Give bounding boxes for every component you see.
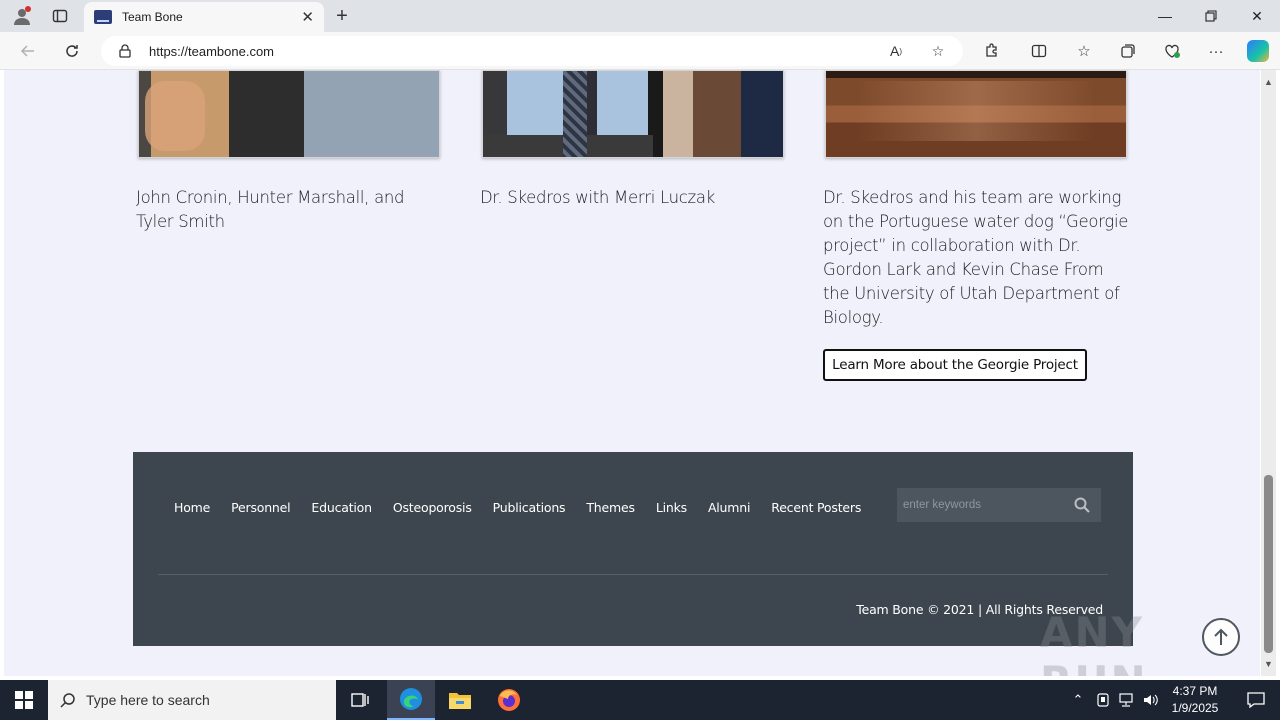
- team-photo-3: [825, 70, 1127, 158]
- taskbar-clock[interactable]: 4:37 PM 1/9/2025: [1166, 683, 1224, 717]
- page-scrollbar[interactable]: ▲ ▼: [1261, 70, 1276, 676]
- footer-link-alumni[interactable]: Alumni: [708, 500, 751, 515]
- windows-taskbar: Type here to search ⌃ 4:37 PM 1/9/2025: [0, 680, 1280, 720]
- site-favicon-icon: [94, 10, 112, 24]
- task-view-icon[interactable]: [336, 680, 384, 720]
- footer-link-recent-posters[interactable]: Recent Posters: [771, 500, 861, 515]
- footer-divider: [158, 574, 1108, 575]
- arrow-up-icon: [1214, 628, 1228, 645]
- footer-nav: Home Personnel Education Osteoporosis Pu…: [174, 500, 882, 515]
- more-menu-icon[interactable]: ···: [1203, 39, 1229, 63]
- tab-team-bone[interactable]: Team Bone ✕: [84, 2, 324, 32]
- tab-actions-icon[interactable]: [48, 4, 72, 28]
- back-to-top-button[interactable]: [1202, 618, 1240, 656]
- taskbar-search-placeholder: Type here to search: [86, 692, 210, 708]
- network-icon[interactable]: [1117, 690, 1137, 710]
- footer-link-themes[interactable]: Themes: [586, 500, 635, 515]
- footer-search-box: [897, 488, 1101, 522]
- team-photo-1: [138, 70, 440, 158]
- scroll-up-icon[interactable]: ▲: [1261, 74, 1276, 90]
- tray-overflow-icon[interactable]: ⌃: [1068, 690, 1088, 710]
- footer-search-input[interactable]: [897, 499, 1065, 511]
- extensions-icon[interactable]: [978, 39, 1004, 63]
- address-bar-row: https://teambone.com A) ☆ ☆ ···: [0, 32, 1280, 70]
- read-aloud-icon[interactable]: A): [885, 41, 907, 61]
- tray-device-icon[interactable]: [1093, 690, 1113, 710]
- start-button[interactable]: [0, 680, 48, 720]
- scrollbar-thumb[interactable]: [1264, 475, 1273, 653]
- footer-link-personnel[interactable]: Personnel: [231, 500, 290, 515]
- firefox-icon[interactable]: [485, 680, 533, 720]
- restore-button[interactable]: [1188, 0, 1234, 32]
- tab-close-icon[interactable]: ✕: [301, 8, 314, 26]
- edge-taskbar-icon[interactable]: [387, 680, 435, 720]
- footer-link-osteoporosis[interactable]: Osteoporosis: [393, 500, 472, 515]
- footer-link-education[interactable]: Education: [311, 500, 372, 515]
- back-button[interactable]: [15, 39, 41, 63]
- clock-date: 1/9/2025: [1171, 701, 1219, 715]
- learn-more-georgie-button[interactable]: Learn More about the Georgie Project: [823, 349, 1087, 381]
- windows-logo-icon: [15, 691, 33, 709]
- photo-caption-1: John Cronin, Hunter Marshall, and Tyler …: [136, 188, 405, 231]
- taskbar-search-icon: [60, 693, 75, 708]
- footer-link-publications[interactable]: Publications: [493, 500, 566, 515]
- new-tab-button[interactable]: +: [330, 4, 354, 28]
- browser-essentials-icon[interactable]: [1159, 39, 1185, 63]
- site-footer: Home Personnel Education Osteoporosis Pu…: [133, 452, 1133, 646]
- url-bar[interactable]: https://teambone.com A) ☆: [101, 36, 963, 66]
- split-screen-icon[interactable]: [1026, 39, 1052, 63]
- favorites-icon[interactable]: ☆: [1071, 39, 1097, 63]
- notifications-icon[interactable]: [1232, 680, 1280, 720]
- photo-caption-2: Dr. Skedros with Merri Luczak: [480, 188, 715, 207]
- photo-caption-3: Dr. Skedros and his team are working on …: [823, 188, 1129, 327]
- close-window-button[interactable]: ✕: [1234, 0, 1280, 32]
- footer-link-links[interactable]: Links: [656, 500, 687, 515]
- lock-icon[interactable]: [119, 44, 133, 58]
- volume-icon[interactable]: [1141, 690, 1161, 710]
- favorite-star-icon[interactable]: ☆: [927, 41, 949, 61]
- taskbar-search[interactable]: Type here to search: [48, 680, 336, 720]
- clock-time: 4:37 PM: [1172, 684, 1218, 698]
- scroll-down-icon[interactable]: ▼: [1261, 656, 1276, 672]
- page-viewport: John Cronin, Hunter Marshall, and Tyler …: [4, 70, 1260, 676]
- collections-icon[interactable]: [1115, 39, 1141, 63]
- footer-link-home[interactable]: Home: [174, 500, 210, 515]
- copilot-icon[interactable]: [1245, 39, 1271, 63]
- search-icon[interactable]: [1065, 488, 1099, 522]
- url-text[interactable]: https://teambone.com: [149, 44, 274, 59]
- minimize-button[interactable]: —: [1142, 0, 1188, 32]
- team-photo-2: [482, 70, 784, 158]
- refresh-button[interactable]: [59, 39, 85, 63]
- tab-title: Team Bone: [122, 10, 183, 24]
- profile-icon[interactable]: [10, 4, 34, 28]
- browser-titlebar: Team Bone ✕ + — ✕: [0, 0, 1280, 32]
- file-explorer-icon[interactable]: [436, 680, 484, 720]
